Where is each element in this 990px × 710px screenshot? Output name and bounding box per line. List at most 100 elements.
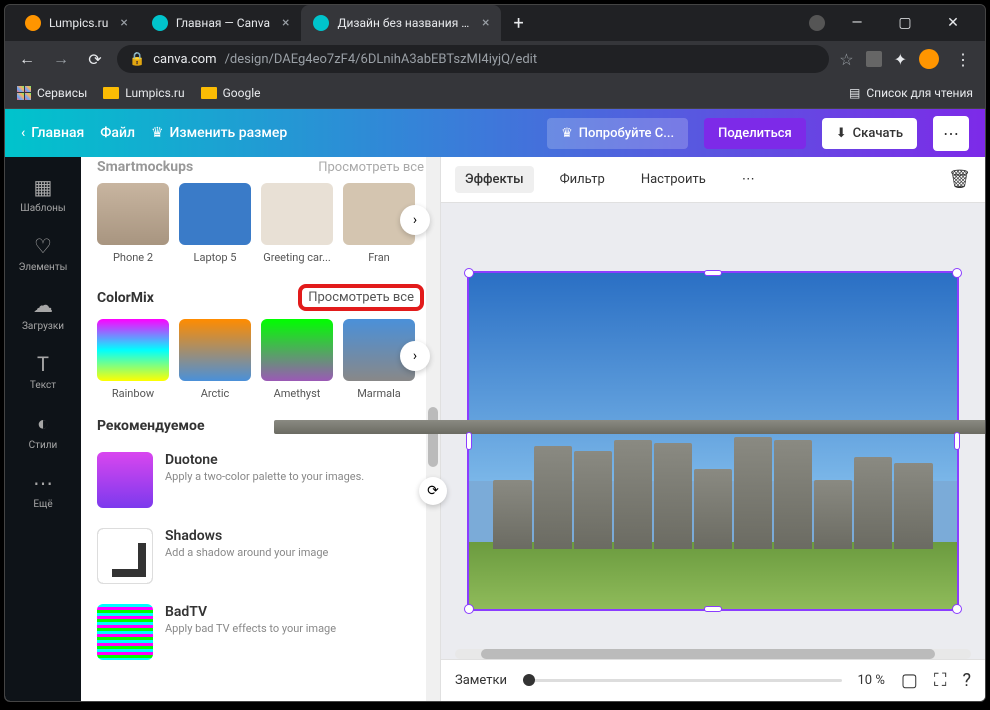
colormix-amethyst[interactable]: Amethyst: [261, 319, 333, 400]
resize-handle[interactable]: [704, 606, 722, 612]
rec-desc: Apply a two-color palette to your images…: [165, 470, 364, 483]
sidebar-item-text[interactable]: TТекст: [5, 342, 81, 401]
fullscreen-button[interactable]: ⛶: [934, 670, 947, 691]
scrollbar-thumb[interactable]: [481, 649, 935, 659]
resize-button[interactable]: ♛Изменить размер: [151, 125, 287, 141]
canvas[interactable]: ⟳: [441, 203, 985, 659]
mockup-greeting[interactable]: Greeting car...: [261, 183, 333, 264]
extensions-menu-icon[interactable]: ✦: [894, 50, 907, 69]
more-menu-button[interactable]: ⋯: [933, 116, 969, 151]
extension-icon[interactable]: [866, 51, 882, 67]
home-button[interactable]: ‹Главная: [21, 125, 84, 141]
adjust-tool[interactable]: Настроить: [631, 166, 716, 193]
bookmark-label: Google: [223, 86, 261, 100]
sync-button[interactable]: ⟳: [419, 477, 447, 505]
sidebar-label: Ещё: [33, 499, 52, 510]
resize-handle[interactable]: [466, 432, 472, 450]
tab-canva-home[interactable]: Главная — Canva ×: [140, 5, 302, 41]
section-colormix: ColorMix Просмотреть все: [97, 276, 424, 319]
minimize-button[interactable]: —: [841, 15, 873, 31]
rec-thumb: [97, 604, 153, 660]
resize-handle[interactable]: [954, 432, 960, 450]
smartmockups-row: Phone 2 Laptop 5 Greeting car... Fran ›: [97, 183, 424, 264]
forward-button[interactable]: →: [49, 49, 73, 69]
horizontal-scrollbar[interactable]: [455, 649, 971, 659]
scrollbar-thumb[interactable]: [428, 407, 438, 467]
maximize-button[interactable]: ▢: [889, 15, 921, 31]
sidebar-item-uploads[interactable]: ☁Загрузки: [5, 283, 81, 342]
profile-avatar[interactable]: [919, 49, 939, 69]
rec-duotone[interactable]: DuotoneApply a two-color palette to your…: [97, 442, 424, 518]
colormix-arctic[interactable]: Arctic: [179, 319, 251, 400]
try-pro-button[interactable]: ♛Попробуйте C...: [547, 118, 688, 149]
rec-badtv[interactable]: BadTVApply bad TV effects to your image: [97, 594, 424, 670]
resize-handle[interactable]: [952, 604, 962, 614]
scroll-right-button[interactable]: ›: [400, 205, 430, 235]
rec-thumb: [97, 452, 153, 508]
image-toolbar: Эффекты Фильтр Настроить ⋯ 🗑: [441, 157, 985, 203]
colormix-rainbow[interactable]: Rainbow: [97, 319, 169, 400]
sidebar-item-more[interactable]: ⋯ Ещё: [5, 461, 81, 520]
sidebar-item-templates[interactable]: ▦Шаблоны: [5, 165, 81, 224]
resize-handle[interactable]: [952, 268, 962, 278]
selected-image[interactable]: [467, 271, 959, 611]
bookmark-folder-lumpics[interactable]: Lumpics.ru: [103, 86, 184, 100]
star-icon[interactable]: ☆: [839, 50, 853, 69]
close-icon[interactable]: ×: [120, 15, 127, 31]
share-button[interactable]: Поделиться: [704, 118, 806, 149]
sidebar-label: Загрузки: [22, 321, 64, 332]
bookmark-folder-google[interactable]: Google: [201, 86, 261, 100]
thumb-label: Fran: [343, 251, 415, 264]
close-window-button[interactable]: ✕: [937, 15, 969, 31]
grid-view-button[interactable]: ▢: [901, 670, 918, 691]
tab-canva-design[interactable]: Дизайн без названия — 5100 ×: [301, 5, 501, 41]
thumb-label: Phone 2: [97, 251, 169, 264]
folder-icon: [201, 87, 217, 99]
thumb-image: [97, 183, 169, 245]
slider-thumb[interactable]: [523, 674, 535, 686]
back-button[interactable]: ←: [15, 49, 39, 69]
delete-button[interactable]: 🗑: [948, 169, 971, 190]
view-all-link[interactable]: Просмотреть все: [318, 160, 424, 175]
browser-menu-button[interactable]: ⋮: [951, 50, 975, 69]
sidebar-label: Шаблоны: [20, 203, 65, 214]
favicon-icon: [313, 15, 329, 31]
new-tab-button[interactable]: +: [501, 13, 535, 34]
folder-icon: [103, 87, 119, 99]
filter-tool[interactable]: Фильтр: [550, 166, 615, 193]
mockup-laptop[interactable]: Laptop 5: [179, 183, 251, 264]
apps-icon: [17, 86, 31, 100]
file-menu[interactable]: Файл: [100, 125, 135, 141]
close-icon[interactable]: ×: [482, 15, 489, 31]
url-host: canva.com: [153, 52, 216, 67]
help-button[interactable]: ?: [962, 670, 971, 691]
notes-button[interactable]: Заметки: [455, 673, 507, 688]
account-icon[interactable]: [809, 15, 825, 31]
rec-shadows[interactable]: ShadowsAdd a shadow around your image: [97, 518, 424, 594]
address-bar: ← → ⟳ 🔒 canva.com/design/DAEg4eo7zF4/6DL…: [5, 41, 985, 77]
effects-tool[interactable]: Эффекты: [455, 166, 534, 193]
bookmark-apps[interactable]: Сервисы: [17, 86, 87, 100]
view-all-link[interactable]: Просмотреть все: [298, 284, 424, 311]
resize-handle[interactable]: [464, 268, 474, 278]
sidebar-item-styles[interactable]: ◐Стили: [5, 401, 81, 461]
text-icon: T: [37, 352, 49, 376]
close-icon[interactable]: ×: [282, 15, 289, 31]
zoom-value[interactable]: 10 %: [858, 673, 885, 688]
url-input[interactable]: 🔒 canva.com/design/DAEg4eo7zF4/6DLnihA3a…: [117, 45, 829, 73]
resize-handle[interactable]: [464, 604, 474, 614]
tab-lumpics[interactable]: Lumpics.ru ×: [13, 5, 140, 41]
app-body: ▦Шаблоны ♡Элементы ☁Загрузки TТекст ◐Сти…: [5, 157, 985, 701]
resize-handle[interactable]: [704, 270, 722, 276]
more-icon: ⋯: [33, 471, 53, 495]
zoom-slider[interactable]: [523, 679, 841, 682]
more-tools[interactable]: ⋯: [732, 166, 765, 193]
scroll-right-button[interactable]: ›: [400, 341, 430, 371]
reading-list-button[interactable]: ▤ Список для чтения: [849, 86, 973, 100]
tab-title: Дизайн без названия — 5100: [337, 16, 470, 30]
mockup-phone[interactable]: Phone 2: [97, 183, 169, 264]
sidebar-item-elements[interactable]: ♡Элементы: [5, 224, 81, 283]
bookmark-label: Список для чтения: [866, 86, 973, 100]
reload-button[interactable]: ⟳: [83, 50, 107, 69]
download-button[interactable]: ⬇Скачать: [822, 118, 917, 149]
